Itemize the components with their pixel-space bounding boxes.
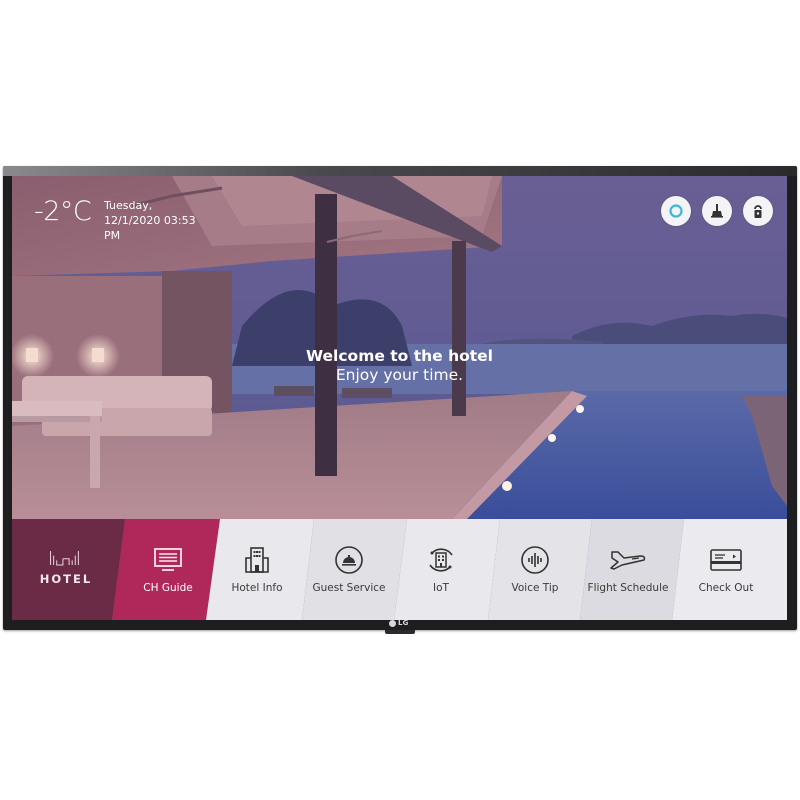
hotel-menu-bar: HOTEL CH Guide Hotel Info Guest Service (12, 519, 787, 620)
menu-item-label: IoT (433, 582, 449, 594)
temperature-readout: -2°C (34, 196, 92, 227)
hotel-brand-tile: HOTEL (12, 519, 120, 620)
menu-item-label: Guest Service (312, 582, 386, 594)
airplane-icon (610, 551, 646, 570)
iot-device-icon (429, 548, 453, 572)
do-not-disturb-door-hanger-icon (754, 205, 762, 218)
menu-item-label: Voice Tip (511, 582, 559, 594)
lg-brand-logo: LG (389, 619, 409, 627)
tv-guide-icon (154, 548, 182, 571)
menu-item-iot[interactable]: IoT (395, 519, 487, 620)
menu-item-label: Hotel Info (231, 582, 283, 594)
lg-logo-text: LG (398, 619, 409, 627)
menu-item-ch-guide[interactable]: CH Guide (122, 519, 214, 620)
credit-card-icon (710, 549, 742, 571)
alexa-icon (669, 204, 683, 218)
housekeeping-button[interactable] (702, 196, 732, 226)
quick-action-icons (661, 196, 773, 226)
hotel-brand-label: HOTEL (39, 572, 93, 586)
tv-screen: -2°C Tuesday, 12/1/2020 03:53 PM Welcome… (12, 176, 787, 620)
menu-item-check-out[interactable]: Check Out (674, 519, 778, 620)
voice-waveform-icon (521, 546, 549, 574)
hotel-logo-icon (50, 551, 79, 566)
menu-item-label: CH Guide (143, 582, 193, 594)
menu-item-label: Flight Schedule (587, 582, 669, 594)
day-label: Tuesday, (104, 199, 153, 212)
hotel-building-icon (245, 547, 269, 573)
alexa-button[interactable] (661, 196, 691, 226)
date-time-readout: Tuesday, 12/1/2020 03:53 PM (104, 198, 214, 243)
menu-item-guest-service[interactable]: Guest Service (302, 519, 396, 620)
welcome-message: Welcome to the hotel Enjoy your time. (12, 347, 787, 384)
welcome-title: Welcome to the hotel (306, 347, 493, 365)
menu-item-label: Check Out (698, 582, 754, 594)
menu-item-hotel-info[interactable]: Hotel Info (210, 519, 304, 620)
welcome-subtitle: Enjoy your time. (335, 366, 464, 384)
do-not-disturb-button[interactable] (743, 196, 773, 226)
tv-bottom-sensor (385, 630, 415, 634)
tv-bezel-highlight (3, 166, 797, 176)
date-time-label: 12/1/2020 03:53 (104, 214, 196, 227)
menu-item-flight-schedule[interactable]: Flight Schedule (580, 519, 676, 620)
housekeeping-broom-icon (711, 204, 723, 218)
service-bell-icon (335, 546, 363, 574)
ampm-label: PM (104, 229, 121, 242)
menu-item-voice-tip[interactable]: Voice Tip (489, 519, 581, 620)
lg-logo-icon (389, 619, 396, 627)
